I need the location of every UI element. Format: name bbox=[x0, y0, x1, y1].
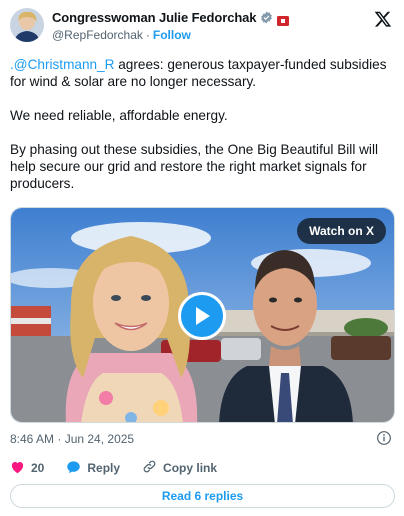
tweet-meta: 8:46 AM · Jun 24, 2025 bbox=[10, 430, 396, 448]
separator-dot: · bbox=[145, 28, 150, 42]
reply-label: Reply bbox=[87, 461, 121, 475]
tweet-timestamp[interactable]: 8:46 AM · Jun 24, 2025 bbox=[10, 432, 134, 446]
copy-link-button[interactable]: Copy link bbox=[142, 459, 217, 477]
handle-row: @RepFedorchak · Follow bbox=[52, 28, 191, 42]
tweet-card: Congresswoman Julie Fedorchak @RepFedorc… bbox=[0, 0, 404, 516]
mention-link[interactable]: .@Christmann_R bbox=[10, 57, 114, 72]
follow-link[interactable]: Follow bbox=[153, 28, 191, 42]
reply-button[interactable]: Reply bbox=[66, 460, 120, 477]
tweet-paragraph-1: .@Christmann_R agrees: generous taxpayer… bbox=[10, 56, 396, 90]
like-count: 20 bbox=[31, 461, 45, 475]
tweet-text: .@Christmann_R agrees: generous taxpayer… bbox=[10, 56, 396, 192]
watch-on-x-button[interactable]: Watch on X bbox=[297, 218, 386, 244]
link-icon bbox=[142, 459, 157, 477]
read-replies-button[interactable]: Read 6 replies bbox=[10, 484, 395, 508]
verified-badge-icon bbox=[260, 11, 273, 24]
x-logo-icon[interactable] bbox=[374, 10, 392, 28]
reply-bubble-icon bbox=[66, 460, 81, 477]
government-flag-icon bbox=[277, 13, 290, 26]
name-row: Congresswoman Julie Fedorchak bbox=[52, 10, 290, 26]
info-icon[interactable] bbox=[376, 430, 392, 446]
tweet-paragraph-2: We need reliable, affordable energy. bbox=[10, 108, 228, 123]
copy-link-label: Copy link bbox=[163, 461, 218, 475]
tweet-paragraph-3: By phasing out these subsidies, the One … bbox=[10, 142, 378, 191]
play-icon[interactable] bbox=[178, 292, 226, 340]
display-name[interactable]: Congresswoman Julie Fedorchak bbox=[52, 10, 257, 25]
like-button[interactable]: 20 bbox=[10, 460, 44, 477]
tweet-header: Congresswoman Julie Fedorchak @RepFedorc… bbox=[10, 8, 394, 44]
avatar[interactable] bbox=[10, 8, 44, 42]
handle[interactable]: @RepFedorchak bbox=[52, 28, 143, 42]
video-thumbnail[interactable]: Watch on X bbox=[10, 207, 395, 423]
tweet-actions: 20 Reply Copy link bbox=[10, 459, 239, 477]
heart-icon bbox=[10, 460, 25, 477]
